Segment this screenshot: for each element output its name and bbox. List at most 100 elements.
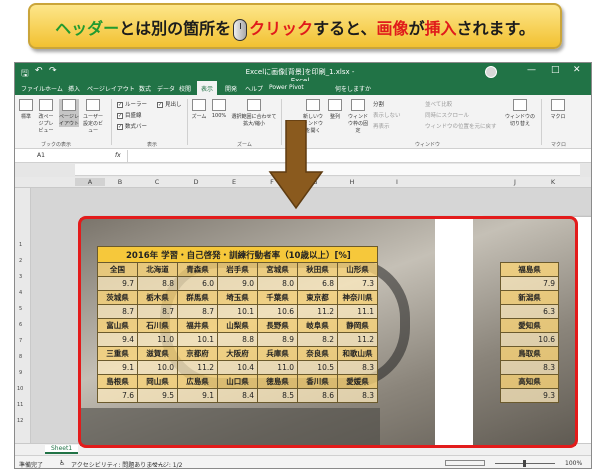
status-ready: 準備完了	[19, 462, 44, 469]
status-bar: 準備完了 ♿ アクセシビリティ: 問題ありません ページ: 1/2 100%	[15, 455, 591, 469]
tab-page-layout[interactable]: ページレイアウト	[87, 84, 135, 93]
tab-developer[interactable]: 開発	[225, 84, 237, 93]
tab-power-pivot[interactable]: Power Pivot	[269, 84, 304, 91]
switch-window-label: ウィンドウの切り替え	[505, 114, 536, 127]
maximize-button[interactable]: □	[551, 65, 560, 75]
sync-scroll-button[interactable]: 同時にスクロール	[425, 111, 469, 119]
row-header[interactable]: 5	[19, 306, 22, 312]
zoom-100-icon	[212, 99, 226, 111]
page-break-label: 改ページプレビュー	[38, 114, 54, 134]
split-button[interactable]: 分割	[373, 100, 384, 108]
zoom-icon	[192, 99, 206, 111]
group-show: 表示	[147, 142, 158, 148]
tab-view[interactable]: 表示	[197, 81, 218, 95]
row-header[interactable]: 3	[19, 274, 22, 280]
avatar[interactable]	[485, 66, 497, 78]
name-box[interactable]: A1	[37, 152, 45, 159]
minimize-button[interactable]: —	[527, 65, 536, 75]
divider	[187, 99, 188, 145]
accessibility-icon[interactable]: ♿	[59, 459, 65, 467]
macros-button[interactable]: マクロ	[549, 99, 567, 120]
side-by-side-button[interactable]: 並べて比較	[425, 100, 452, 108]
callout-part-insert: 挿入	[424, 19, 457, 38]
row-header[interactable]: 9	[19, 370, 22, 376]
column-header[interactable]: A	[75, 178, 105, 186]
page-layout-view-button[interactable]: ページレイアウト	[59, 99, 79, 127]
column-header[interactable]: C	[142, 178, 172, 186]
row-header[interactable]: 2	[19, 258, 22, 264]
headings-label: 見出し	[165, 102, 182, 108]
zoom-100-label: 100%	[211, 113, 227, 119]
switch-windows-button[interactable]: ウィンドウの切り替え	[505, 99, 535, 127]
divider	[111, 99, 112, 145]
column-header[interactable]: H	[337, 178, 367, 186]
column-header[interactable]: K	[538, 178, 568, 186]
zoom-label: ズーム	[191, 114, 207, 120]
save-icon[interactable]: 🖫	[21, 66, 29, 82]
hide-button[interactable]: 表示しない	[373, 111, 401, 119]
column-header[interactable]: J	[500, 178, 530, 186]
instruction-text: ヘッダーとは別の箇所を クリックすると、画像が挿入されます。	[30, 15, 560, 41]
macro-icon	[551, 99, 565, 111]
row-header[interactable]: 12	[17, 418, 23, 424]
headings-checkbox[interactable]: ✓ 見出し	[157, 100, 182, 108]
page-break-icon	[39, 99, 53, 111]
unhide-button[interactable]: 再表示	[373, 122, 390, 130]
tab-home[interactable]: ホーム	[45, 84, 63, 93]
zoom-selection-icon	[247, 99, 261, 111]
title-bar: 🖫 ↶ ↷ Excelに画像[背景]を印刷_1.xlsx - Excel — □…	[15, 63, 591, 85]
arrange-all-button[interactable]: 整列	[327, 99, 343, 120]
freeze-panes-button[interactable]: ウィンドウ枠の固定	[347, 99, 369, 134]
row-header[interactable]: 1	[19, 242, 22, 248]
tab-data[interactable]: データ	[157, 84, 175, 93]
tell-me-search[interactable]: 何をしますか	[335, 84, 371, 93]
row-header[interactable]: 11	[17, 402, 23, 408]
page-break-preview-button[interactable]: 改ページプレビュー	[37, 99, 55, 134]
row-header[interactable]: 8	[19, 354, 22, 360]
close-button[interactable]: ✕	[573, 65, 581, 75]
row-header[interactable]: 10	[17, 386, 23, 392]
callout-part: が	[408, 19, 425, 38]
column-header[interactable]: D	[181, 178, 211, 186]
row-header[interactable]: 6	[19, 322, 22, 328]
redo-icon[interactable]: ↷	[49, 66, 57, 76]
tab-formulas[interactable]: 数式	[139, 84, 151, 93]
sheet-tab[interactable]: Sheet1	[45, 445, 79, 454]
zoom-100-button[interactable]: 100%	[211, 99, 227, 119]
custom-views-label: ユーザー設定のビュー	[82, 114, 103, 134]
freeze-label: ウィンドウ枠の固定	[347, 114, 368, 134]
zoom-level[interactable]: 100%	[565, 460, 582, 467]
ruler-checkbox[interactable]: ✓ ルーラー	[117, 100, 147, 108]
column-header[interactable]: B	[105, 178, 135, 186]
group-book-views: ブックの表示	[41, 142, 72, 148]
callout-part-image: 画像	[376, 19, 409, 38]
formula-bar-checkbox[interactable]: ✓ 数式バー	[117, 122, 147, 130]
undo-icon[interactable]: ↶	[35, 66, 43, 76]
tab-insert[interactable]: 挿入	[68, 84, 80, 93]
gridlines-checkbox[interactable]: ✓ 目盛線	[117, 111, 142, 119]
callout-part-header: ヘッダー	[55, 19, 120, 38]
zoom-button[interactable]: ズーム	[191, 99, 207, 120]
group-zoom: ズーム	[237, 142, 252, 148]
normal-view-icon[interactable]	[445, 460, 485, 466]
tab-file[interactable]: ファイル	[21, 84, 45, 93]
tab-help[interactable]: ヘルプ	[245, 84, 263, 93]
tab-review[interactable]: 校閲	[179, 84, 191, 93]
fx-icon[interactable]: fx	[115, 152, 121, 159]
custom-views-button[interactable]: ユーザー設定のビュー	[81, 99, 105, 134]
row-header[interactable]: 4	[19, 290, 22, 296]
new-window-icon	[306, 99, 320, 111]
page-layout-icon	[62, 99, 76, 111]
normal-view-button[interactable]: 標準	[19, 99, 33, 120]
reset-position-button[interactable]: ウィンドウの位置を元に戻す	[425, 122, 497, 130]
zoom-slider-thumb[interactable]	[523, 460, 526, 467]
group-window: ウィンドウ	[415, 142, 441, 148]
row-header[interactable]: 7	[19, 338, 22, 344]
column-header[interactable]: I	[382, 178, 412, 186]
formula-input[interactable]	[127, 150, 591, 162]
column-header[interactable]: E	[219, 178, 249, 186]
macro-label: マクロ	[550, 114, 566, 120]
ruler	[75, 164, 580, 176]
highlight-frame	[78, 216, 578, 448]
divider	[541, 99, 542, 145]
